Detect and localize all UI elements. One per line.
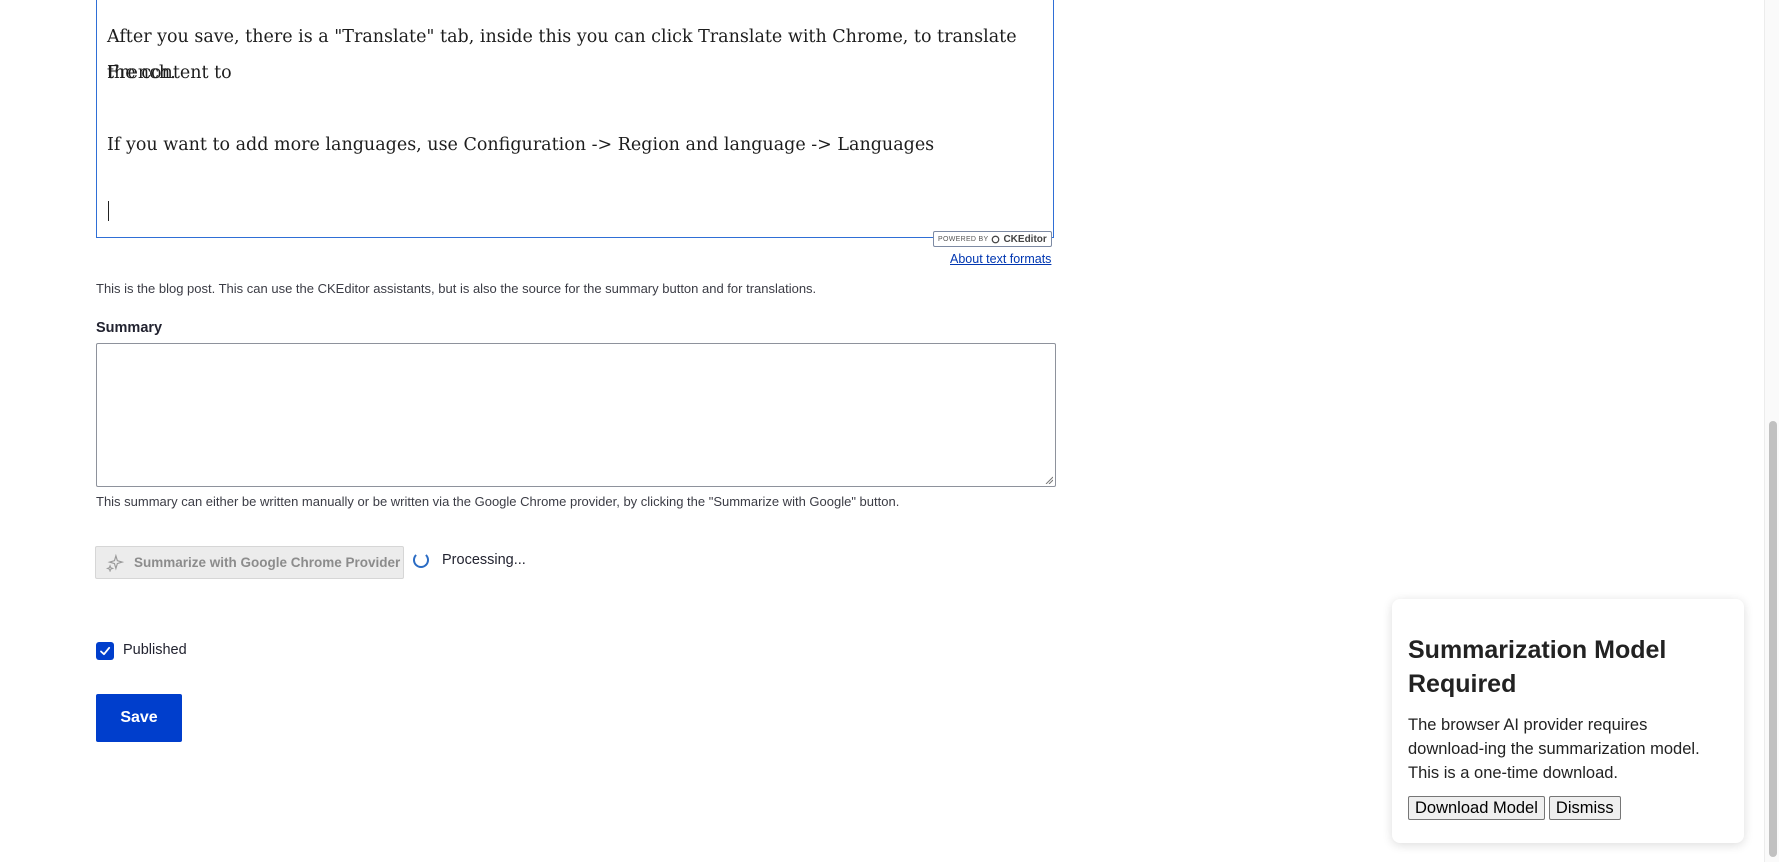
published-label[interactable]: Published (123, 642, 187, 658)
summary-textarea[interactable] (96, 343, 1056, 487)
dialog-title: Summarization Model Required (1408, 636, 1667, 698)
ckeditor-brand: CKEditor (1003, 233, 1047, 245)
page-scrollbar[interactable] (1764, 0, 1779, 862)
about-text-formats-link[interactable]: About text formats (950, 252, 1051, 266)
processing-status: Processing... (442, 552, 526, 568)
save-button[interactable]: Save (96, 694, 182, 742)
loading-spinner-icon (413, 552, 429, 568)
body-description: This is the blog post. This can use the … (96, 281, 817, 296)
powered-by-text: POWERED BY (938, 235, 989, 243)
ckeditor-logo-icon (992, 235, 1000, 243)
scrollbar-thumb[interactable] (1769, 421, 1777, 857)
published-checkbox[interactable] (96, 642, 114, 660)
body-editor[interactable]: After you save, there is a "Translate" t… (96, 0, 1054, 238)
editor-paragraph: If you want to add more languages, use C… (107, 135, 935, 155)
sparkle-icon (106, 553, 124, 572)
checkmark-icon (100, 646, 111, 656)
editor-paragraph: French. (107, 63, 176, 83)
summary-description: This summary can either be written manua… (96, 494, 900, 509)
text-caret (108, 201, 109, 221)
ckeditor-badge[interactable]: POWERED BY CKEditor (933, 231, 1052, 247)
summary-label: Summary (96, 320, 163, 336)
summarization-model-dialog: Summarization Model Required The browser… (1392, 599, 1744, 843)
resize-handle-icon[interactable] (1045, 476, 1053, 484)
summarize-button[interactable]: Summarize with Google Chrome Provider (95, 546, 404, 579)
dialog-body: The browser AI provider requires downloa… (1408, 716, 1700, 782)
dismiss-button[interactable]: Dismiss (1548, 796, 1621, 820)
dialog-actions: Download Model Dismiss (1408, 796, 1728, 820)
summarize-button-label: Summarize with Google Chrome Provider (134, 555, 401, 570)
download-model-button[interactable]: Download Model (1408, 796, 1545, 820)
